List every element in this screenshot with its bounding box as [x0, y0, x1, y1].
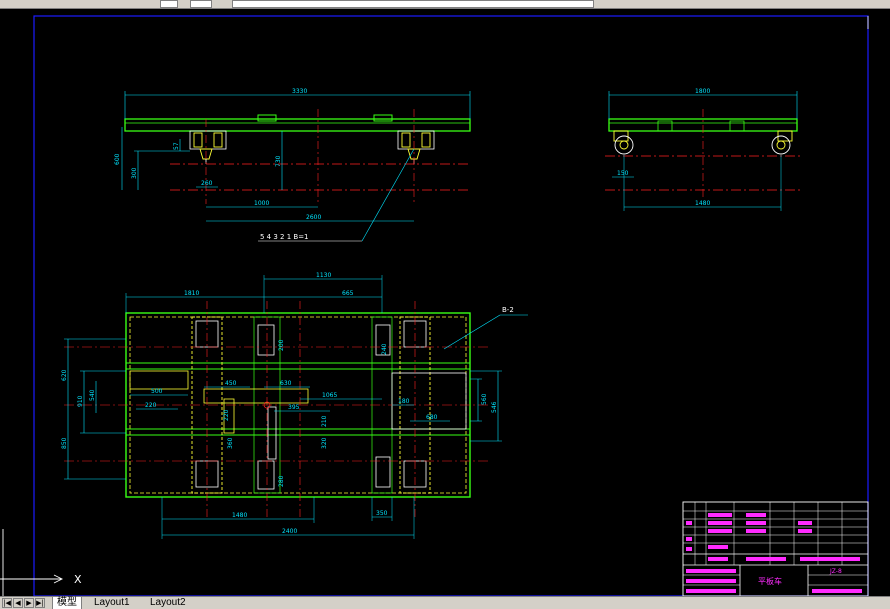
first-tab-button[interactable]: |◀ — [2, 598, 12, 608]
cad-drawing: 3330 600 300 57 730 260 1000 2600 5 4 3 … — [0, 15, 869, 596]
dim-1130: 1130 — [316, 272, 331, 279]
drawing-code: JZ-8 — [829, 568, 842, 575]
dim-h-57: 57 — [173, 142, 180, 150]
dim-v-546: 546 — [491, 401, 498, 413]
dim-450: 450 — [225, 380, 237, 387]
dim-side-150: 150 — [617, 170, 629, 177]
dim-395: 395 — [288, 404, 300, 411]
dim-w-260: 260 — [201, 180, 213, 187]
dim-w-1000: 1000 — [254, 200, 269, 207]
dim-680: 680 — [426, 414, 438, 421]
elevation-view: 3330 600 300 57 730 260 1000 2600 5 4 3 … — [114, 88, 471, 242]
toolbar-strip — [0, 0, 890, 9]
dim-v-210: 210 — [321, 415, 328, 427]
drawing-canvas[interactable]: 3330 600 300 57 730 260 1000 2600 5 4 3 … — [0, 9, 890, 596]
side-view: 1800 150 1480 — [605, 88, 800, 211]
dim-v-220: 220 — [223, 409, 230, 421]
balloon-labels: 5 4 3 2 1 B=1 — [260, 233, 309, 241]
last-tab-button[interactable]: ▶| — [35, 598, 45, 608]
prev-tab-button[interactable]: ◀ — [13, 598, 23, 608]
ucs-x-label: X — [74, 573, 82, 586]
drawing-title: 平板车 — [758, 576, 782, 586]
dim-350: 350 — [376, 510, 388, 517]
dim-v-200: 200 — [278, 339, 285, 351]
command-field[interactable] — [232, 0, 594, 8]
dim-w-2600: 2600 — [306, 214, 321, 221]
dim-side-width: 1800 — [695, 88, 710, 95]
dim-v-560: 560 — [481, 393, 488, 405]
dim-v-620: 620 — [61, 369, 68, 381]
ucs-icon: X — [0, 529, 82, 596]
dim-2400: 2400 — [282, 528, 297, 535]
dim-overall-length: 3330 — [292, 88, 307, 95]
dim-h-730: 730 — [275, 155, 282, 167]
drawing-frame — [33, 15, 869, 596]
dim-v-320: 320 — [321, 437, 328, 449]
dim-1480: 1480 — [232, 512, 247, 519]
deck-outline — [124, 118, 471, 132]
tag-b2: B-2 — [502, 306, 514, 314]
dim-665: 665 — [342, 290, 354, 297]
plan-view: 1130 1810 665 B-2 500 220 450 630 1065 3… — [61, 272, 528, 539]
tab-layout1[interactable]: Layout1 — [90, 597, 134, 609]
dim-500: 500 — [151, 388, 163, 395]
dim-v-280: 280 — [278, 475, 285, 487]
dim-v-240: 240 — [381, 343, 388, 355]
layout-tab-bar: |◀ ◀ ▶ ▶| 模型 Layout1 Layout2 — [0, 596, 890, 609]
dim-1810: 1810 — [184, 290, 199, 297]
dim-180: 180 — [398, 398, 410, 405]
tab-model[interactable]: 模型 — [52, 597, 82, 609]
toolbar-button[interactable] — [160, 0, 178, 8]
title-block: 平板车 JZ-8 — [682, 501, 869, 596]
dim-v-850: 850 — [61, 437, 68, 449]
dim-v-910: 910 — [77, 395, 84, 407]
dim-h-600: 600 — [114, 153, 121, 165]
dim-220: 220 — [145, 402, 157, 409]
toolbar-button[interactable] — [190, 0, 212, 8]
dim-1065: 1065 — [322, 392, 337, 399]
dim-630: 630 — [280, 380, 292, 387]
dim-h-300: 300 — [131, 167, 138, 179]
tab-layout2[interactable]: Layout2 — [146, 597, 190, 609]
next-tab-button[interactable]: ▶ — [24, 598, 34, 608]
dim-v-540: 540 — [89, 389, 96, 401]
dim-side-1480: 1480 — [695, 200, 710, 207]
dim-v-360: 360 — [227, 437, 234, 449]
